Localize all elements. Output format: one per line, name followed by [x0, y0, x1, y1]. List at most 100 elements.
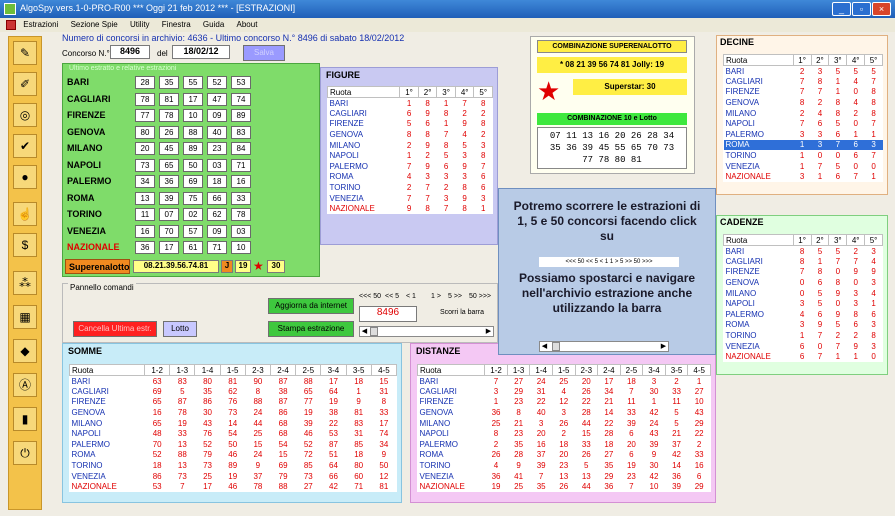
- nav-prev-50[interactable]: <<< 50: [359, 293, 381, 300]
- table-row[interactable]: FIRENZE 7 8 0 9 9: [724, 267, 883, 278]
- book-icon[interactable]: ▮: [13, 407, 37, 431]
- table-row[interactable]: CAGLIARI 69 5 35 62 8 38 65 64 1 31: [70, 386, 397, 397]
- column-header[interactable]: 2-3: [574, 364, 599, 376]
- column-header[interactable]: 1°: [792, 54, 812, 66]
- column-header[interactable]: 3-5: [664, 364, 689, 376]
- table-row[interactable]: ROMA 52 88 79 46 24 15 72 51 18 9: [70, 450, 397, 461]
- lightbulb-icon[interactable]: ●: [13, 165, 37, 189]
- aggiorna-internet-button[interactable]: Aggiorna da internet: [268, 298, 354, 314]
- column-header[interactable]: 5°: [864, 54, 883, 66]
- table-row[interactable]: FIRENZE 1 23 22 12 22 21 11 1 11 10: [418, 397, 711, 408]
- nav-next-5[interactable]: 5 >>: [448, 293, 462, 300]
- column-header[interactable]: Ruota: [416, 364, 486, 376]
- lotto-button[interactable]: Lotto: [163, 321, 197, 337]
- menu-utility[interactable]: Utility: [125, 18, 155, 29]
- table-row[interactable]: TORINO 4 9 39 23 5 35 19 30 14 16: [418, 460, 711, 471]
- table-row[interactable]: MILANO 25 21 3 26 44 22 39 24 5 29: [418, 418, 711, 429]
- dollar-icon[interactable]: $: [13, 233, 37, 257]
- column-header[interactable]: 2°: [810, 234, 830, 246]
- table-row[interactable]: NAPOLI 48 33 76 54 25 68 46 53 31 74: [70, 428, 397, 439]
- column-header[interactable]: 2°: [810, 54, 830, 66]
- menu-about[interactable]: About: [232, 18, 263, 29]
- column-header[interactable]: 1-3: [169, 364, 196, 376]
- cancella-ultima-button[interactable]: Cancella Ultima estr.: [73, 321, 157, 337]
- edit-icon[interactable]: ✐: [13, 72, 37, 96]
- scroll-thumb[interactable]: [370, 327, 378, 336]
- table-row[interactable]: CAGLIARI 3 29 31 4 26 34 7 30 33 27: [418, 386, 711, 397]
- table-row[interactable]: TORINO 1 7 2 2 8: [724, 330, 883, 341]
- drop-icon[interactable]: ◆: [13, 339, 37, 363]
- table-row[interactable]: FIRENZE 7 7 1 0 8: [724, 87, 883, 98]
- compass-icon[interactable]: ◎: [13, 103, 37, 127]
- table-row[interactable]: BARI 2 3 5 5 5: [724, 66, 883, 77]
- column-header[interactable]: 2-5: [295, 364, 322, 376]
- maximize-button[interactable]: ▫: [852, 2, 871, 16]
- scroll-left-arrow-icon[interactable]: ◀: [360, 327, 369, 336]
- table-row[interactable]: PALERMO 3 3 6 1 1: [724, 129, 883, 140]
- column-header[interactable]: 2-3: [244, 364, 271, 376]
- table-row[interactable]: TORINO 1 0 0 6 7: [724, 150, 883, 161]
- table-row[interactable]: VENEZIA 7 7 3 9 3: [328, 193, 493, 204]
- column-header[interactable]: 1-3: [506, 364, 531, 376]
- a-badge-icon[interactable]: Ⓐ: [13, 373, 37, 397]
- table-row[interactable]: GENOVA 36 8 40 3 28 14 33 42 5 43: [418, 407, 711, 418]
- concorso-date-field[interactable]: 18/02/12: [172, 45, 230, 59]
- column-header[interactable]: 5°: [864, 234, 883, 246]
- column-header[interactable]: 1-2: [484, 364, 508, 376]
- table-row[interactable]: CAGLIARI 6 9 8 2 2: [328, 108, 493, 119]
- column-header[interactable]: Ruota: [68, 364, 146, 376]
- column-header[interactable]: Ruota: [723, 54, 794, 66]
- table-row[interactable]: VENEZIA 6 0 7 9 3: [724, 341, 883, 352]
- column-header[interactable]: Ruota: [723, 234, 794, 246]
- table-row[interactable]: BARI 63 83 80 81 90 87 88 17 18 15: [70, 376, 397, 387]
- column-header[interactable]: 1-5: [219, 364, 246, 376]
- stampa-estrazione-button[interactable]: Stampa estrazione: [268, 321, 354, 337]
- column-header[interactable]: 4-5: [370, 364, 398, 376]
- column-header[interactable]: 3-4: [320, 364, 347, 376]
- scorri-scrollbar[interactable]: ◀ ▶: [359, 326, 494, 337]
- column-header[interactable]: Ruota: [326, 86, 401, 98]
- table-row[interactable]: MILANO 65 19 43 14 44 68 39 22 83 17: [70, 418, 397, 429]
- table-row[interactable]: NAZIONALE 6 7 1 1 0: [724, 351, 883, 362]
- column-header[interactable]: 2°: [417, 86, 438, 98]
- table-row[interactable]: FIRENZE 5 6 1 9 8: [328, 119, 493, 130]
- column-header[interactable]: 3°: [436, 86, 456, 98]
- column-header[interactable]: 1-5: [551, 364, 576, 376]
- column-header[interactable]: 4°: [846, 234, 866, 246]
- column-header[interactable]: 1-2: [144, 364, 171, 376]
- column-header[interactable]: 5°: [473, 86, 493, 98]
- column-header[interactable]: 4°: [454, 86, 475, 98]
- close-button[interactable]: ×: [872, 2, 891, 16]
- table-row[interactable]: GENOVA 0 6 8 0 3: [724, 277, 883, 288]
- column-header[interactable]: 3°: [828, 54, 848, 66]
- table-row[interactable]: BARI 8 5 5 2 3: [724, 246, 883, 257]
- table-row[interactable]: GENOVA 8 2 8 4 8: [724, 97, 883, 108]
- check-icon[interactable]: ✔: [13, 134, 37, 158]
- table-row[interactable]: MILANO 2 4 8 2 8: [724, 108, 883, 119]
- table-row[interactable]: NAZIONALE 9 8 7 8 1: [328, 203, 493, 214]
- table-row[interactable]: ROMA 3 9 5 6 3: [724, 320, 883, 331]
- table-row[interactable]: GENOVA 16 78 30 73 24 86 19 38 81 33: [70, 407, 397, 418]
- table-row[interactable]: NAZIONALE 19 25 35 26 44 36 7 10 39 29: [418, 481, 711, 492]
- table-row[interactable]: PALERMO 2 35 16 18 33 18 20 39 37 2: [418, 439, 711, 450]
- table-row[interactable]: ROMA 4 3 3 3 6: [328, 172, 493, 183]
- table-row[interactable]: NAZIONALE 53 7 17 46 78 88 27 42 71 81: [70, 481, 397, 492]
- menu-finestra[interactable]: Finestra: [157, 18, 196, 29]
- table-row[interactable]: VENEZIA 36 41 7 13 13 29 23 42 36 6: [418, 471, 711, 482]
- hand-icon[interactable]: ☝: [13, 202, 37, 226]
- column-header[interactable]: 3-4: [642, 364, 666, 376]
- column-header[interactable]: 2-5: [619, 364, 644, 376]
- table-row[interactable]: BARI 1 8 1 7 8: [328, 98, 493, 109]
- column-header[interactable]: 4-5: [687, 364, 711, 376]
- table-row[interactable]: NAPOLI 3 5 0 3 1: [724, 298, 883, 309]
- menu-sezione-spie[interactable]: Sezione Spie: [66, 18, 123, 29]
- nav-prev-5[interactable]: << 5: [385, 293, 399, 300]
- table-row[interactable]: FIRENZE 65 87 86 76 88 87 77 19 9 8: [70, 397, 397, 408]
- column-header[interactable]: 1°: [399, 86, 419, 98]
- table-row[interactable]: VENEZIA 1 7 5 0 0: [724, 161, 883, 172]
- power-icon[interactable]: ⏻: [13, 441, 37, 465]
- table-row[interactable]: NAPOLI 8 23 20 2 15 28 6 43 21 22: [418, 428, 711, 439]
- table-row[interactable]: NAPOLI 7 6 5 0 7: [724, 118, 883, 129]
- table-row[interactable]: MILANO 2 9 8 5 3: [328, 140, 493, 151]
- table-row[interactable]: PALERMO 4 6 9 8 6: [724, 309, 883, 320]
